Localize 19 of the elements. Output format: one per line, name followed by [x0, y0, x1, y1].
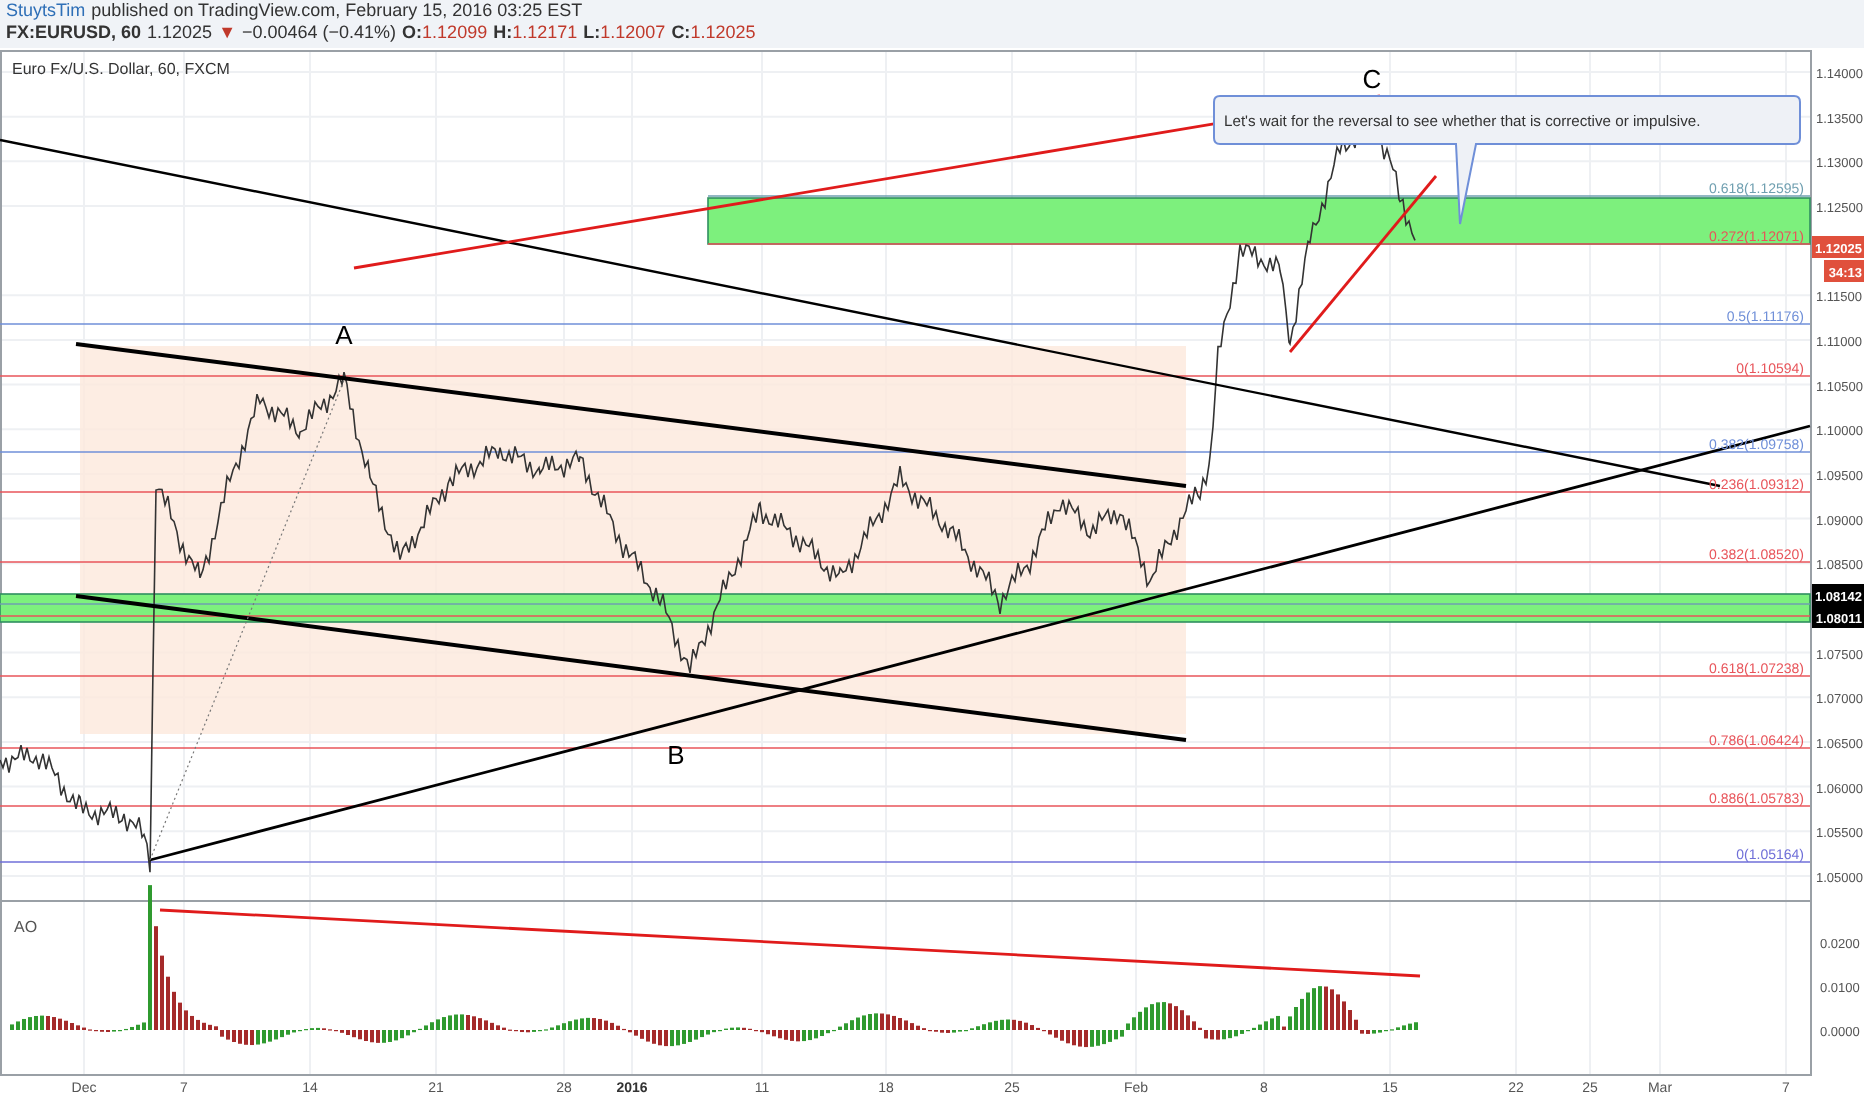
ohlc-value: 1.12099 — [422, 22, 488, 44]
down-arrow-icon: ▼ — [218, 22, 236, 44]
ohlc-label: H: — [493, 22, 513, 44]
ohlc-label: L: — [583, 22, 601, 44]
indicator-name: AO — [14, 918, 38, 936]
publish-info: published on TradingView.com, February 15, 2016 03:25 EST — [91, 0, 583, 22]
wave-label: A — [335, 320, 353, 350]
ohlc-label: O: — [402, 22, 423, 44]
author-link[interactable]: StuytsTim — [6, 0, 86, 22]
symbol-name: FX:EURUSD, 60 — [6, 22, 142, 44]
ohlc-label: C: — [671, 22, 691, 44]
wave-label: B — [667, 740, 685, 770]
price-change: −0.00464 (−0.41%) — [241, 22, 397, 44]
wave-label: C — [1362, 64, 1382, 94]
ohlc-value: 1.12025 — [690, 22, 756, 44]
ohlc-value: 1.12007 — [600, 22, 666, 44]
last-price: 1.12025 — [147, 22, 213, 44]
chart-title: Euro Fx/U.S. Dollar, 60, FXCM — [12, 60, 230, 78]
ohlc-value: 1.12171 — [512, 22, 578, 44]
